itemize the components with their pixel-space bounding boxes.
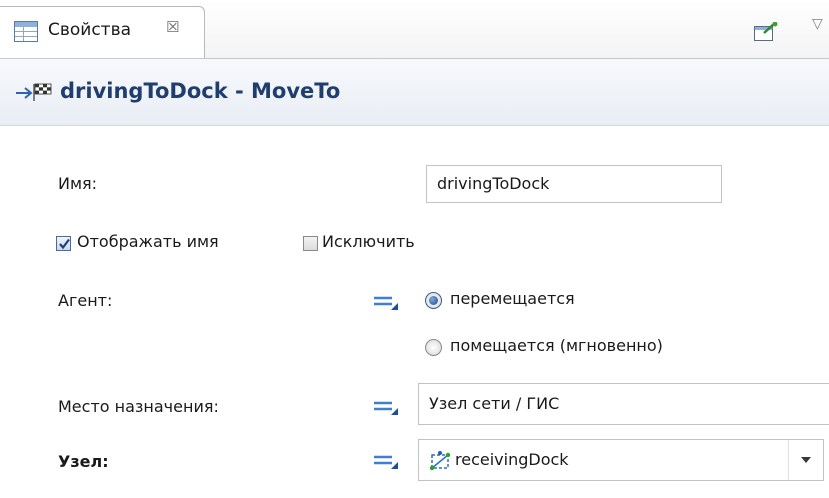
chevron-down-icon — [801, 457, 811, 463]
view-tab-strip: Свойства ☒ ▽ — [0, 0, 829, 59]
agent-label: Агент: — [58, 291, 113, 310]
agent-moves-label: перемещается — [450, 289, 575, 308]
node-combobox[interactable]: receivingDock — [418, 439, 824, 481]
show-name-checkbox[interactable] — [56, 236, 71, 251]
network-node-icon — [429, 450, 451, 477]
dynamic-value-icon[interactable] — [372, 396, 402, 418]
pin-view-icon[interactable] — [754, 21, 778, 47]
name-input[interactable]: drivingToDock — [426, 165, 722, 203]
properties-header: drivingToDock - MoveTo — [0, 59, 829, 126]
exclude-checkbox[interactable] — [303, 236, 318, 251]
agent-placed-label: помещается (мгновенно) — [450, 336, 663, 355]
dynamic-value-icon[interactable] — [372, 291, 402, 313]
moveto-flag-icon — [14, 81, 58, 108]
node-combobox-value: receivingDock — [455, 450, 569, 469]
radio-selected-dot — [429, 296, 438, 305]
agent-moves-radio[interactable] — [425, 292, 442, 309]
close-tab-icon[interactable]: ☒ — [166, 18, 179, 36]
tab-properties[interactable]: Свойства ☒ — [0, 6, 205, 58]
destination-label: Место назначения: — [58, 397, 219, 416]
checkmark-icon — [59, 238, 70, 250]
name-label: Имя: — [58, 174, 98, 193]
combobox-dropdown-button[interactable] — [788, 440, 823, 480]
show-name-label: Отображать имя — [77, 232, 219, 251]
page-title: drivingToDock - MoveTo — [60, 79, 341, 103]
view-menu-icon[interactable]: ▽ — [812, 16, 823, 32]
agent-placed-radio[interactable] — [425, 339, 442, 356]
node-label: Узел: — [58, 452, 109, 471]
tab-properties-label: Свойства — [48, 20, 132, 40]
properties-table-icon — [14, 21, 38, 47]
dynamic-value-icon[interactable] — [372, 450, 402, 472]
exclude-label: Исключить — [322, 232, 415, 251]
destination-select[interactable]: Узел сети / ГИС — [418, 383, 829, 425]
